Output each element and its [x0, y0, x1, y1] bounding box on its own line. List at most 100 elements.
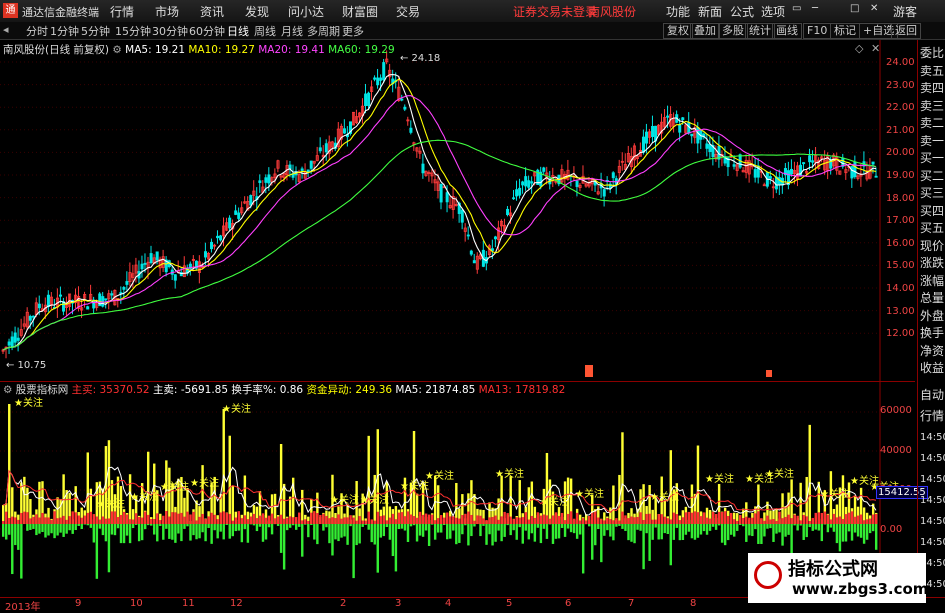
sell-bar	[404, 524, 406, 531]
menu-formula[interactable]: 公式	[730, 3, 754, 20]
sell-bar	[766, 524, 768, 529]
period-1min[interactable]: 1分钟	[50, 23, 79, 39]
candle-body	[691, 134, 693, 136]
candlestick-chart[interactable]: ← 24.18← 10.75	[0, 40, 915, 381]
settings-gear-icon[interactable]: ⚙	[112, 44, 121, 56]
candle-body	[235, 211, 237, 215]
sell-bar	[84, 524, 86, 525]
buy-bar	[229, 514, 231, 524]
candle-body	[802, 163, 804, 164]
buy-bar	[138, 517, 140, 524]
buy-bar	[337, 514, 339, 524]
sell-bar	[839, 524, 841, 551]
menu-xiaoda[interactable]: 问小达	[288, 3, 324, 20]
buy-bar	[226, 513, 228, 524]
back-button[interactable]: 返回	[891, 23, 921, 39]
sell-bar	[818, 524, 820, 531]
price-y-tick: 15.00	[886, 260, 915, 271]
menu-new-page[interactable]: 新面	[698, 3, 722, 20]
maximize-button[interactable]: □	[850, 3, 859, 14]
buy-bar	[651, 520, 653, 524]
buy-bar	[313, 511, 315, 524]
sell-bar	[730, 524, 732, 535]
period-multi[interactable]: 多周期	[307, 23, 340, 39]
menu-quotes[interactable]: 行情	[110, 3, 134, 20]
adjust-button[interactable]: 复权	[663, 23, 693, 39]
buy-bar	[129, 519, 131, 524]
buy-bar	[766, 516, 768, 524]
buy-bar	[799, 520, 801, 524]
buy-bar	[53, 511, 55, 524]
restore-button[interactable]: ─	[812, 3, 818, 14]
sell-bar	[748, 524, 750, 535]
period-30min[interactable]: 30分钟	[152, 23, 188, 39]
buy-bar	[17, 520, 19, 524]
sell-bar	[96, 524, 98, 579]
candle-body	[528, 181, 530, 188]
sell-bar	[171, 524, 173, 540]
sell-bar	[778, 524, 780, 532]
statistics-button[interactable]: 统计	[745, 23, 775, 39]
f10-button[interactable]: F10	[803, 23, 831, 39]
buy-bar	[727, 516, 729, 524]
sell-bar	[229, 524, 231, 539]
guest-label[interactable]: 游客	[893, 3, 917, 20]
close-panel-icon[interactable]: ✕	[871, 42, 880, 55]
candle-body	[368, 93, 370, 105]
sell-bar	[389, 524, 391, 540]
sell-bar	[413, 524, 415, 525]
candle-body	[259, 181, 261, 183]
mark-button[interactable]: 标记	[830, 23, 860, 39]
sell-bar	[473, 524, 475, 526]
period-5min[interactable]: 5分钟	[81, 23, 110, 39]
period-intraday[interactable]: 分时	[26, 23, 48, 39]
period-weekly[interactable]: 周线	[254, 23, 276, 39]
tick-mode-1[interactable]: 行情	[920, 406, 945, 427]
sell-bar	[760, 524, 762, 544]
menu-wealth[interactable]: 财富圈	[342, 3, 378, 20]
sell-bar	[352, 524, 354, 578]
buy-bar	[198, 517, 200, 524]
overlay-button[interactable]: 叠加	[690, 23, 720, 39]
close-button[interactable]: ✕	[870, 3, 878, 14]
buy-bar	[522, 517, 524, 524]
sell-bar	[358, 524, 360, 543]
buy-bar	[355, 521, 357, 524]
period-more[interactable]: 更多	[342, 23, 364, 39]
buy-bar	[573, 519, 575, 524]
draw-line-button[interactable]: 画线	[772, 23, 802, 39]
price-panel[interactable]: ← 24.18← 10.75 南风股份(日线 前复权) ⚙ MA5: 19.21…	[0, 40, 915, 381]
login-notice[interactable]: 证券交易未登录	[513, 3, 597, 20]
turnover-label: 换手率%: 0.86	[231, 384, 303, 396]
period-15min[interactable]: 15分钟	[115, 23, 151, 39]
menu-discover[interactable]: 发现	[245, 3, 269, 20]
sell-bar	[712, 524, 714, 527]
collapse-icon[interactable]: ◇	[855, 42, 863, 55]
candle-body	[651, 126, 653, 136]
sell-bar	[537, 524, 539, 528]
sell-bar	[494, 524, 496, 542]
buy-bar	[62, 516, 64, 524]
menu-options[interactable]: 选项	[761, 3, 785, 20]
period-60min[interactable]: 60分钟	[189, 23, 225, 39]
tick-mode-0[interactable]: 自动	[920, 385, 945, 406]
multi-stock-button[interactable]: 多股	[718, 23, 748, 39]
indicator-settings-icon[interactable]: ⚙	[3, 384, 12, 396]
menu-news[interactable]: 资讯	[200, 3, 224, 20]
sell-bar	[262, 524, 264, 542]
menu-market[interactable]: 市场	[155, 3, 179, 20]
period-daily[interactable]: 日线	[227, 23, 249, 39]
buy-bar	[413, 516, 415, 524]
menu-function[interactable]: 功能	[666, 3, 690, 20]
left-arrow-icon[interactable]: ◂	[3, 23, 9, 36]
period-monthly[interactable]: 月线	[281, 23, 303, 39]
signal-star-label: ★关注	[765, 467, 794, 480]
buy-bar	[361, 521, 363, 524]
minimize-button[interactable]: ▭	[792, 3, 801, 14]
sell-bar	[842, 524, 844, 542]
candle-body	[32, 316, 34, 317]
sell-bar	[374, 524, 376, 545]
sell-bar	[497, 524, 499, 531]
sell-bar	[216, 524, 218, 538]
menu-trade[interactable]: 交易	[396, 3, 420, 20]
